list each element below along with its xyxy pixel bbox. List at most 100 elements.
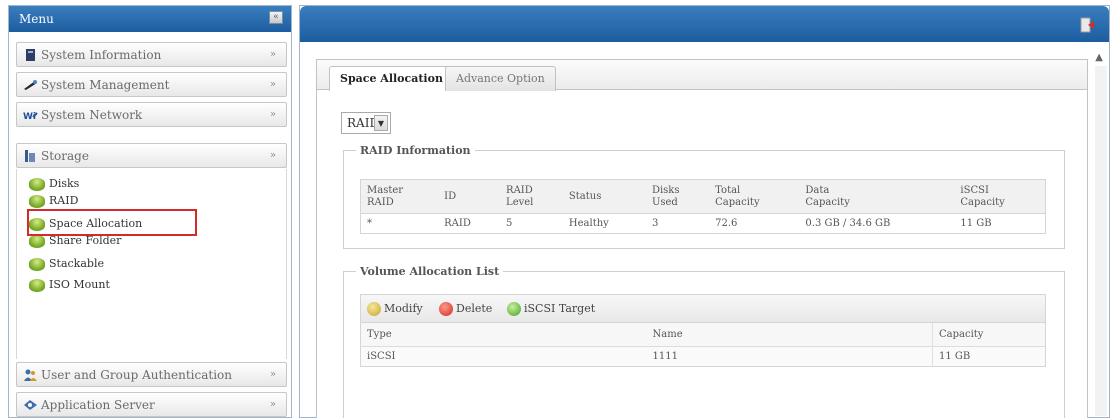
header-line: Capacity [715, 196, 760, 208]
modify-label: Modify [384, 302, 423, 315]
menu-item-user-group-authentication[interactable]: User and Group Authentication » [16, 362, 287, 387]
tab-advance-option[interactable]: Advance Option [445, 66, 556, 91]
col-master-raid: Master RAID [360, 179, 439, 214]
iscsi-target-label: iSCSI Target [524, 302, 596, 315]
storage-icon [25, 150, 35, 162]
disk-icon [29, 178, 45, 191]
menu-item-system-network[interactable]: Wi System Network » [16, 102, 287, 127]
header-line: Master [367, 184, 404, 196]
header-line: Total [715, 184, 741, 196]
submenu-item-share-folder[interactable]: Share Folder [29, 234, 121, 250]
expand-chevron-icon: » [269, 49, 276, 60]
expand-chevron-icon: » [269, 109, 276, 120]
header-line: Status [568, 190, 602, 202]
storage-submenu: Disks RAID Space Allocation Share Folder… [16, 169, 287, 359]
cell-master-raid: * [367, 218, 372, 229]
modify-button[interactable]: Modify [367, 302, 423, 316]
raid-information-title: RAID Information [360, 144, 471, 157]
col-capacity: Capacity [932, 323, 1046, 347]
cell-type: iSCSI [360, 346, 647, 366]
submenu-label: Stackable [49, 257, 104, 270]
raid-information-group: RAID Information Master RAID ID RAID Level… [343, 144, 1065, 249]
application-server-icon [24, 400, 37, 410]
cell-status: Healthy [568, 218, 609, 229]
volume-allocation-table: Type Name Capacity iSCSI 1111 11 GB [360, 323, 1046, 367]
disk-icon [29, 195, 45, 208]
cell-raid-level: 5 [506, 218, 513, 229]
header-line: RAID [367, 196, 394, 208]
volume-toolbar: Modify Delete iSCSI Target [360, 294, 1046, 323]
expand-chevron-icon: » [269, 79, 276, 90]
table-row[interactable]: iSCSI 1111 11 GB [360, 346, 1046, 366]
submenu-item-stackable[interactable]: Stackable [29, 257, 104, 273]
cell-disks-used: 3 [651, 218, 659, 229]
cell-data-capacity: 0.3 GB / 34.6 GB [805, 218, 891, 229]
delete-label: Delete [456, 302, 493, 315]
expand-chevron-icon: » [269, 399, 276, 410]
col-type: Type [360, 323, 647, 347]
table-header-row: Type Name Capacity [360, 323, 1046, 347]
menu-title: Menu [19, 12, 54, 26]
main-header [300, 6, 1109, 42]
menu-item-storage[interactable]: Storage » [16, 143, 287, 168]
logout-icon[interactable] [1079, 17, 1095, 33]
cell-iscsi-capacity: 11 GB [960, 218, 992, 229]
volume-allocation-group: Volume Allocation List Modify Delete iSC… [343, 265, 1065, 418]
submenu-label: RAID [49, 194, 79, 207]
expand-chevron-icon: » [269, 369, 276, 380]
tab-bar: Space Allocation Advance Option [317, 60, 1087, 91]
submenu-item-raid[interactable]: RAID [29, 194, 78, 210]
expand-chevron-icon: » [269, 150, 276, 161]
col-name: Name [646, 323, 933, 347]
collapse-menu-button[interactable]: « [269, 11, 283, 24]
volume-allocation-title: Volume Allocation List [360, 265, 500, 278]
main-panel: ▲ Space Allocation Advance Option RAID ▼… [299, 5, 1110, 418]
system-info-icon [26, 49, 35, 61]
header-line: iSCSI [960, 184, 989, 196]
delete-button[interactable]: Delete [439, 302, 493, 316]
menu-item-label: Application Server [41, 398, 155, 412]
submenu-label: Disks [49, 177, 80, 190]
menu-item-label: System Network [41, 108, 143, 122]
col-status: Status [562, 179, 646, 214]
menu-item-application-server[interactable]: Application Server » [16, 392, 287, 417]
menu-item-label: Storage [41, 149, 89, 163]
vertical-scrollbar[interactable] [1095, 66, 1107, 416]
cell-total-capacity: 72.6 [715, 218, 738, 229]
cell-capacity: 11 GB [932, 346, 1046, 366]
system-management-icon [24, 80, 37, 90]
chevron-down-icon[interactable]: ▼ [374, 115, 388, 131]
scroll-up-icon[interactable]: ▲ [1095, 52, 1103, 63]
header-line: Capacity [960, 196, 1005, 208]
table-header-row: Master RAID ID RAID Level Status Disks Used… [360, 179, 1046, 214]
disk-icon [29, 279, 45, 292]
content-box: Space Allocation Advance Option RAID ▼ R… [316, 59, 1088, 418]
selected-item-highlight [27, 209, 197, 236]
tab-space-allocation[interactable]: Space Allocation [329, 66, 454, 91]
cell-id: RAID [444, 218, 471, 229]
menu-item-system-information[interactable]: System Information » [16, 42, 287, 67]
submenu-label: ISO Mount [49, 278, 110, 291]
menu-item-label: System Management [41, 78, 170, 92]
iscsi-target-button[interactable]: iSCSI Target [507, 302, 596, 316]
col-raid-level: RAID Level [500, 179, 563, 214]
network-icon: Wi [23, 112, 38, 122]
header-line: Disks [651, 184, 680, 196]
submenu-item-disks[interactable]: Disks [29, 177, 79, 193]
col-iscsi-capacity: iSCSI Capacity [954, 179, 1046, 214]
header-line: RAID [506, 184, 533, 196]
raid-select[interactable]: RAID ▼ [341, 112, 391, 134]
header-line: Data [805, 184, 830, 196]
users-icon [24, 369, 37, 381]
submenu-item-iso-mount[interactable]: ISO Mount [29, 278, 110, 294]
menu-item-label: System Information [41, 48, 162, 62]
col-id: ID [438, 179, 501, 214]
header-line: Level [506, 196, 534, 208]
header-line: Used [651, 196, 678, 208]
header-line: Capacity [805, 196, 850, 208]
table-row[interactable]: * RAID 5 Healthy 3 72.6 0.3 GB / 34.6 GB… [361, 214, 1046, 234]
menu-item-system-management[interactable]: System Management » [16, 72, 287, 97]
col-disks-used: Disks Used [645, 179, 710, 214]
menu-header: Menu « [9, 6, 291, 32]
menu-item-label: User and Group Authentication [41, 368, 232, 382]
